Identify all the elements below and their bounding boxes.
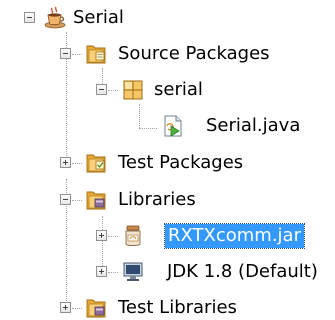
collapse-toggle-source-packages[interactable] — [60, 48, 71, 59]
jdk-monitor-icon — [123, 262, 143, 281]
tree-connector — [102, 216, 103, 272]
tree-connector — [72, 200, 82, 201]
project-label-serial[interactable]: Serial — [73, 6, 124, 30]
tree-label-rxtxcomm-jar[interactable]: RXTXcomm.jar — [164, 223, 305, 249]
test-libraries-folder-icon — [86, 299, 106, 318]
tree-connector — [108, 90, 118, 91]
tree-connector — [72, 308, 82, 309]
test-folder-icon — [86, 154, 106, 173]
collapse-toggle-libraries[interactable] — [60, 194, 71, 205]
libraries-folder-icon — [86, 191, 106, 210]
tree-connector — [72, 54, 82, 55]
package-icon — [123, 80, 143, 100]
tree-label-libraries[interactable]: Libraries — [118, 188, 196, 212]
tree-label-jdk[interactable]: JDK 1.8 (Default) — [167, 260, 318, 284]
collapse-toggle-serial-project[interactable] — [24, 12, 35, 23]
expand-toggle-jdk[interactable] — [96, 266, 107, 277]
tree-label-test-libraries[interactable]: Test Libraries — [118, 296, 237, 320]
tree-label-serial-java[interactable]: Serial.java — [206, 114, 300, 138]
expand-toggle-rxtxcomm-jar[interactable] — [96, 230, 107, 241]
collapse-toggle-package-serial[interactable] — [96, 84, 107, 95]
source-folder-icon — [86, 45, 106, 64]
tree-label-source-packages[interactable]: Source Packages — [118, 42, 270, 66]
tree-label-package-serial[interactable]: serial — [154, 78, 203, 102]
project-tree: Serial Source Packages serial Serial.jav… — [0, 0, 335, 320]
expand-toggle-test-packages[interactable] — [60, 157, 71, 168]
tree-connector — [72, 163, 82, 164]
java-runnable-file-icon — [164, 115, 182, 137]
coffee-cup-icon — [44, 6, 66, 29]
tree-label-test-packages[interactable]: Test Packages — [118, 151, 243, 175]
expand-toggle-test-libraries[interactable] — [60, 302, 71, 313]
tree-connector — [108, 272, 118, 273]
tree-connector — [139, 128, 157, 129]
tree-connector — [108, 236, 118, 237]
jar-icon — [125, 225, 141, 246]
tree-connector — [139, 104, 140, 128]
